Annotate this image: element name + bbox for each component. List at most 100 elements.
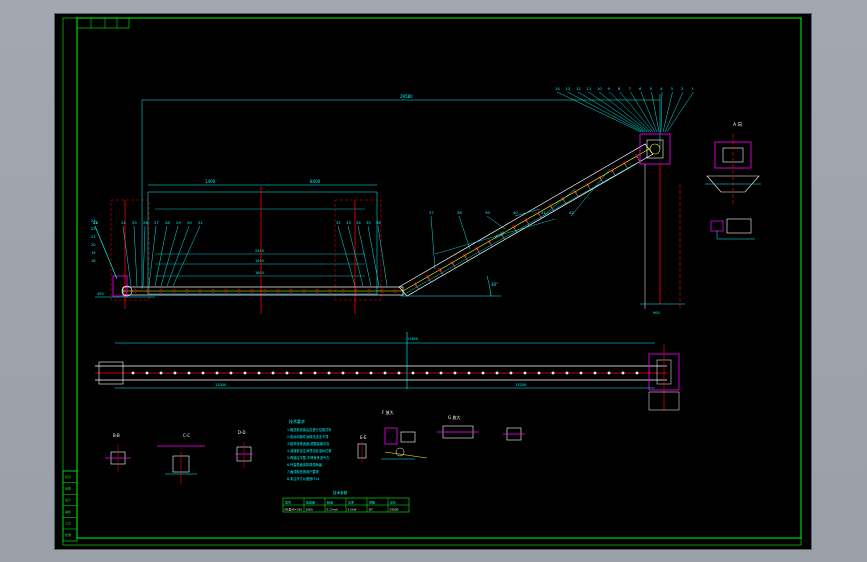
detail-f-label: F 放大	[382, 409, 394, 415]
cad-viewport[interactable]: 标记 处数 设计 审核 工艺 批准 29580 1400 8400 2400 1900 1…	[55, 14, 811, 549]
table-cell: 15t/h	[306, 508, 314, 512]
bolt-mark	[509, 371, 513, 375]
table-header: 型号	[285, 500, 291, 505]
bolt-mark	[607, 371, 611, 375]
bolt-mark	[173, 371, 177, 375]
bolt-mark	[537, 371, 541, 375]
bolt-mark	[593, 371, 597, 375]
part-balloon: 23	[91, 219, 96, 223]
bolt-mark	[411, 371, 415, 375]
part-balloon: 5	[650, 86, 653, 91]
svg-text:1900: 1900	[255, 259, 264, 263]
tech-title: 技术要求	[289, 418, 305, 424]
part-balloon: 12	[576, 86, 581, 91]
bolt-mark	[271, 371, 275, 375]
part-balloon: 38	[457, 210, 462, 215]
detail-g: G 放大	[437, 414, 525, 441]
bolt-mark	[229, 371, 233, 375]
part-balloon: 41	[541, 210, 546, 215]
bolt-mark	[565, 371, 569, 375]
table-cell: 0.12m/s	[327, 508, 339, 512]
bolt-mark	[201, 371, 205, 375]
table-header: 链速	[327, 500, 333, 505]
part-balloon: 14	[555, 86, 560, 91]
title-block-cell: 处数	[65, 486, 71, 491]
section-e-label: E-E	[360, 435, 367, 440]
section-c-c: C-C	[157, 433, 205, 484]
bolt-mark	[145, 371, 149, 375]
bolt-mark	[523, 371, 527, 375]
tech-line: 4.减速机加注润滑油至油标位置	[287, 448, 331, 453]
bolt-mark	[299, 371, 303, 375]
part-balloon: 24	[121, 220, 126, 225]
part-balloon: 8	[618, 86, 621, 91]
bolt-mark	[439, 371, 443, 375]
part-balloon: 21	[91, 235, 96, 239]
table-title: 技术参数	[333, 490, 348, 495]
bolt-mark	[257, 371, 261, 375]
bolt-mark	[243, 371, 247, 375]
table-header: 输送量	[306, 500, 315, 505]
svg-text:450: 450	[97, 292, 104, 296]
bolt-mark	[131, 371, 135, 375]
part-balloon: 26	[143, 220, 148, 225]
conveyor-drawing: 标记处数设计审核工艺批准 29580 1400 8400 2400 1900 1…	[62, 17, 802, 546]
part-balloon: 6	[639, 86, 642, 91]
bolt-mark	[159, 371, 163, 375]
drawing-code-box	[76, 17, 130, 29]
bolt-mark	[551, 371, 555, 375]
section-d-d: D-D	[235, 430, 253, 468]
section-c-label: C-C	[183, 433, 190, 438]
tech-line: 8.未注尺寸公差按IT14	[287, 476, 319, 481]
table-header: 倾角	[369, 500, 375, 505]
part-balloon: 3	[671, 86, 674, 91]
section-b-b: B-B	[105, 433, 131, 472]
bolt-mark	[327, 371, 331, 375]
elevation-view: 29580 1400 8400 2400 1900 1600 30° 15200	[91, 86, 695, 315]
part-balloon: 19	[91, 251, 96, 255]
part-balloon: 29	[176, 220, 181, 225]
svg-text:30°: 30°	[491, 282, 498, 287]
part-balloon: 18	[91, 259, 96, 263]
part-balloon: 27	[154, 220, 159, 225]
svg-text:2400: 2400	[255, 249, 264, 253]
table-header: 功率	[348, 500, 354, 505]
bolt-mark	[495, 371, 499, 375]
part-balloon: 39	[485, 210, 490, 215]
table-cell: MS型-B=320	[285, 508, 303, 512]
part-balloon: 36	[376, 220, 381, 225]
bolt-mark	[355, 371, 359, 375]
bolt-mark	[453, 371, 457, 375]
bolt-mark	[579, 371, 583, 375]
bolt-mark	[397, 371, 401, 375]
bolt-mark	[467, 371, 471, 375]
tech-line: 6.外露表面涂防锈漆两遍	[287, 462, 323, 467]
svg-text:15200: 15200	[494, 231, 506, 240]
table-cell: 30°	[369, 508, 375, 512]
table-cell: 29580	[390, 508, 399, 512]
bolt-mark	[481, 371, 485, 375]
title-block-cell: 审核	[65, 509, 71, 514]
svg-text:12000: 12000	[215, 383, 226, 387]
part-balloon: 42	[569, 210, 574, 215]
tech-line: 5.焊缝应平整,不得有夹渣气孔	[287, 455, 330, 460]
bolt-mark	[621, 371, 625, 375]
table-header: 总长	[390, 500, 396, 505]
title-block-cell: 工艺	[65, 520, 71, 525]
bolt-mark	[313, 371, 317, 375]
bolt-mark	[369, 371, 373, 375]
tech-line: 3.链条张紧适度,调整装置可靠	[287, 441, 330, 446]
tech-line: 7.面漆颜色按用户要求	[287, 469, 320, 474]
bolt-mark	[425, 371, 429, 375]
section-d-label: D-D	[238, 430, 246, 435]
svg-text:17600: 17600	[407, 337, 418, 341]
part-balloon: 20	[91, 243, 96, 247]
table-cell: 5.5kW	[348, 508, 357, 512]
part-balloon: 25	[132, 220, 137, 225]
parameter-table: 技术参数 型号 MS型-B=320输送量 15t/h 链速 0.12m/s 功率 5.5kW…	[282, 490, 410, 513]
bolt-mark	[341, 371, 345, 375]
svg-text:900: 900	[653, 311, 660, 315]
plan-view: 12000 13200 17600	[95, 332, 680, 411]
part-balloon: 10	[597, 86, 602, 91]
part-balloon: 7	[629, 86, 632, 91]
